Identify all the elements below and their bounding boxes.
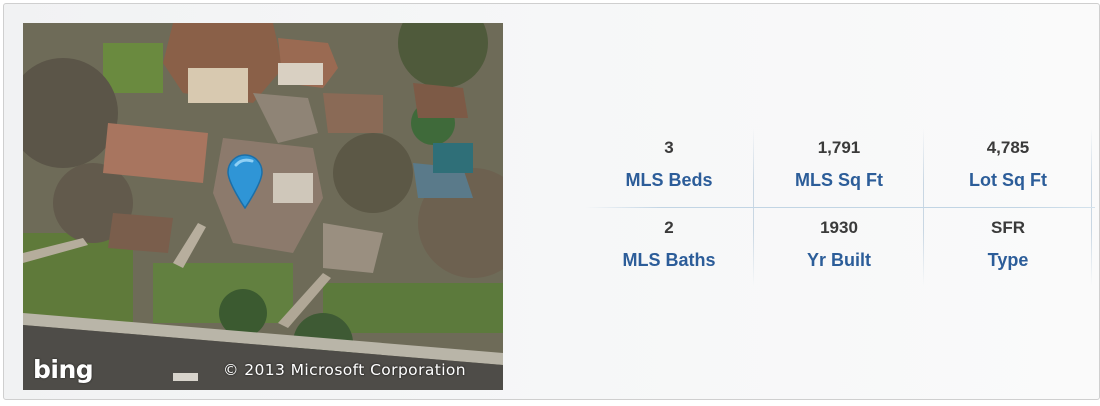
stat-value: 1,791 xyxy=(817,138,861,157)
map-copyright: © 2013 Microsoft Corporation xyxy=(223,361,467,379)
stat-type: SFR Type xyxy=(924,208,1092,288)
stat-lot-sq-ft: 4,785 Lot Sq Ft xyxy=(924,128,1092,208)
property-summary-card: bing © 2013 Microsoft Corporation 3 MLS … xyxy=(3,3,1100,400)
aerial-map[interactable]: bing © 2013 Microsoft Corporation xyxy=(23,23,503,390)
stat-label: Lot Sq Ft xyxy=(969,170,1047,190)
stat-mls-beds: 3 MLS Beds xyxy=(585,128,753,208)
stat-value: 3 xyxy=(664,138,674,157)
stat-mls-baths: 2 MLS Baths xyxy=(585,208,753,288)
stat-label: MLS Baths xyxy=(622,250,716,270)
location-pin-icon[interactable] xyxy=(226,153,264,209)
stat-label: MLS Sq Ft xyxy=(795,170,883,190)
stat-value: 2 xyxy=(664,218,674,237)
stat-label: Type xyxy=(987,250,1029,270)
stat-value: SFR xyxy=(991,218,1025,237)
stat-mls-sq-ft: 1,791 MLS Sq Ft xyxy=(755,128,923,208)
stat-label: MLS Beds xyxy=(625,170,713,190)
stat-value: 4,785 xyxy=(986,138,1030,157)
bing-logo: bing xyxy=(33,355,94,384)
stat-label: Yr Built xyxy=(806,250,871,270)
stat-value: 1930 xyxy=(820,218,858,237)
stat-yr-built: 1930 Yr Built xyxy=(755,208,923,288)
